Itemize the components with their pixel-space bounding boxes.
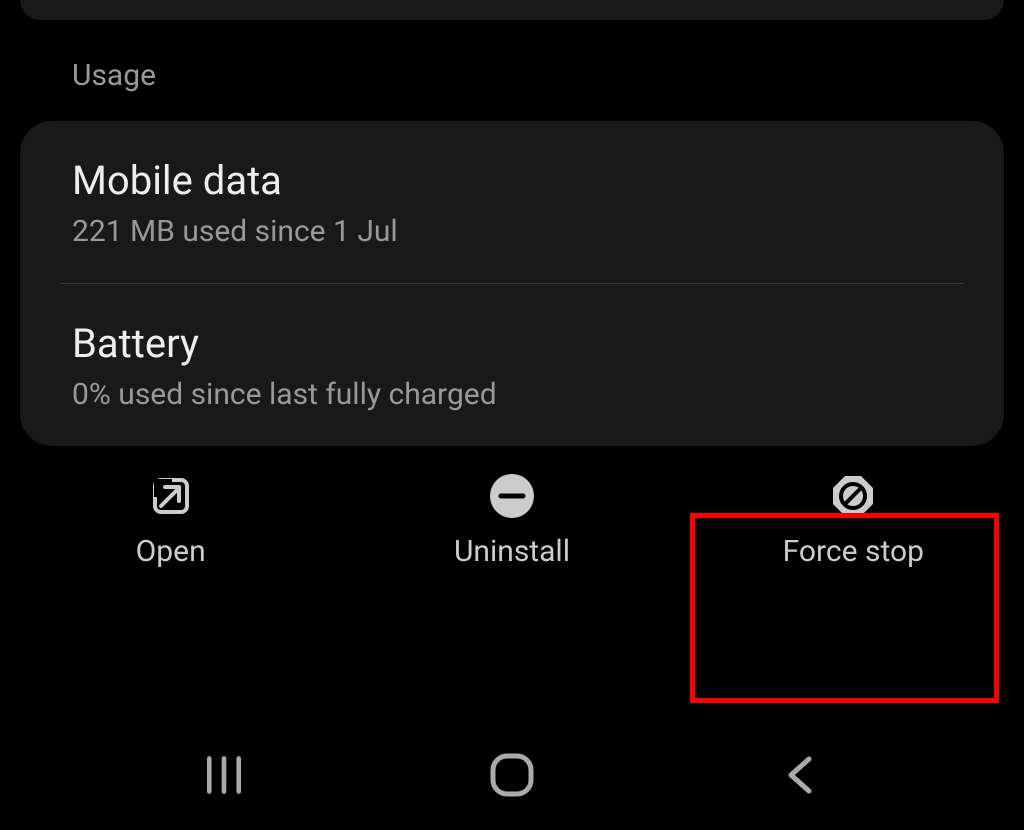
mobile-data-row[interactable]: Mobile data 221 MB used since 1 Jul <box>20 121 1004 283</box>
mobile-data-title: Mobile data <box>72 157 952 204</box>
recents-button[interactable] <box>194 745 254 805</box>
uninstall-button[interactable]: Uninstall <box>343 472 681 569</box>
prev-card-cutoff <box>20 0 1004 20</box>
usage-section-label: Usage <box>0 20 1024 121</box>
home-button[interactable] <box>482 745 542 805</box>
battery-row[interactable]: Battery 0% used since last fully charged <box>20 284 1004 446</box>
usage-card: Mobile data 221 MB used since 1 Jul Batt… <box>20 121 1004 446</box>
open-button[interactable]: Open <box>2 472 340 569</box>
uninstall-label: Uninstall <box>454 534 570 569</box>
mobile-data-sub: 221 MB used since 1 Jul <box>72 214 952 249</box>
open-icon <box>147 472 195 520</box>
force-stop-highlight <box>690 513 999 703</box>
system-navbar <box>0 720 1024 830</box>
uninstall-icon <box>488 472 536 520</box>
back-button[interactable] <box>770 745 830 805</box>
battery-title: Battery <box>72 320 952 367</box>
battery-sub: 0% used since last fully charged <box>72 377 952 412</box>
open-label: Open <box>136 534 206 569</box>
